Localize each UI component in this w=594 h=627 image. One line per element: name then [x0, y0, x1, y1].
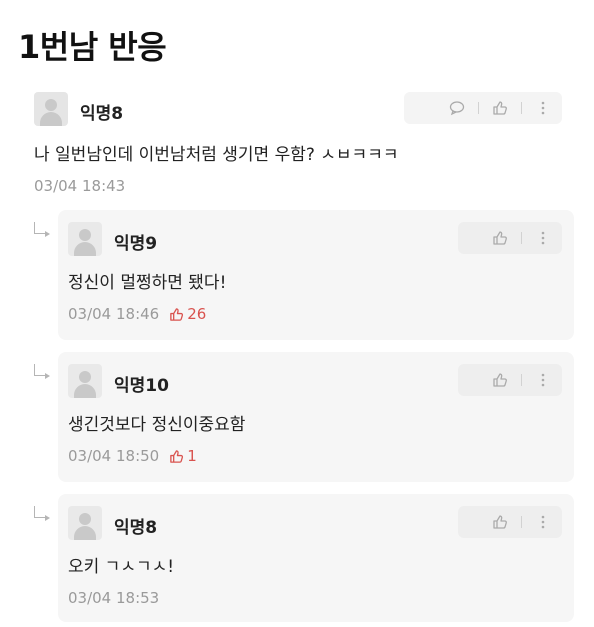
more-vertical-icon[interactable]	[534, 371, 552, 389]
thumbs-up-icon[interactable]	[491, 99, 509, 117]
default-avatar-icon[interactable]	[34, 92, 68, 126]
reply-author[interactable]: 익명10	[114, 371, 169, 396]
comment-bubble-icon[interactable]	[448, 99, 466, 117]
comment-meta: 03/04 18:43	[34, 177, 125, 195]
comment-author[interactable]: 익명8	[80, 99, 123, 124]
reply-text: 오키 ㄱㅅㄱㅅ!	[68, 557, 175, 577]
reply-text: 정신이 멀쩡하면 됐다!	[68, 273, 227, 293]
comment-timestamp: 03/04 18:43	[34, 177, 126, 195]
thumbs-up-icon	[170, 449, 184, 463]
divider	[521, 374, 522, 386]
page-title: 1번남 반응	[18, 28, 167, 66]
reply-timestamp: 03/04 18:46	[68, 305, 160, 323]
reply-author[interactable]: 익명8	[114, 513, 157, 538]
reply-timestamp: 03/04 18:50	[68, 447, 160, 465]
thumbs-up-icon[interactable]	[491, 229, 509, 247]
more-vertical-icon[interactable]	[534, 99, 552, 117]
like-count: 1	[169, 447, 197, 465]
reply-card: 익명10 생긴것보다 정신이중요함 03/04 18:50 1	[58, 352, 574, 482]
reply-meta: 03/04 18:50 1	[68, 447, 197, 465]
like-count-value: 26	[187, 305, 207, 323]
default-avatar-icon[interactable]	[68, 364, 102, 398]
reply-actions	[458, 222, 562, 254]
reply-actions	[458, 364, 562, 396]
divider	[521, 102, 522, 114]
reply-card: 익명9 정신이 멀쩡하면 됐다! 03/04 18:46 26	[58, 210, 574, 340]
reply-arrow-icon	[34, 506, 50, 521]
comment-actions	[404, 92, 562, 124]
reply-arrow-icon	[34, 364, 50, 379]
divider	[478, 102, 479, 114]
like-count: 26	[169, 305, 206, 323]
reply-meta: 03/04 18:46 26	[68, 305, 206, 323]
reply-timestamp: 03/04 18:53	[68, 589, 160, 607]
divider	[521, 232, 522, 244]
default-avatar-icon[interactable]	[68, 222, 102, 256]
comment-text: 나 일번남인데 이번남처럼 생기면 우함? ㅅㅂㅋㅋㅋ	[34, 145, 399, 165]
reply-actions	[458, 506, 562, 538]
reply-text: 생긴것보다 정신이중요함	[68, 415, 246, 435]
more-vertical-icon[interactable]	[534, 513, 552, 531]
reply-meta: 03/04 18:53	[68, 589, 159, 607]
thumbs-up-icon[interactable]	[491, 371, 509, 389]
reply-author[interactable]: 익명9	[114, 229, 157, 254]
reply-arrow-icon	[34, 222, 50, 237]
default-avatar-icon[interactable]	[68, 506, 102, 540]
divider	[521, 516, 522, 528]
thumbs-up-icon[interactable]	[491, 513, 509, 531]
reply-card: 익명8 오키 ㄱㅅㄱㅅ! 03/04 18:53	[58, 494, 574, 622]
more-vertical-icon[interactable]	[534, 229, 552, 247]
like-count-value: 1	[187, 447, 197, 465]
thumbs-up-icon	[170, 307, 184, 321]
